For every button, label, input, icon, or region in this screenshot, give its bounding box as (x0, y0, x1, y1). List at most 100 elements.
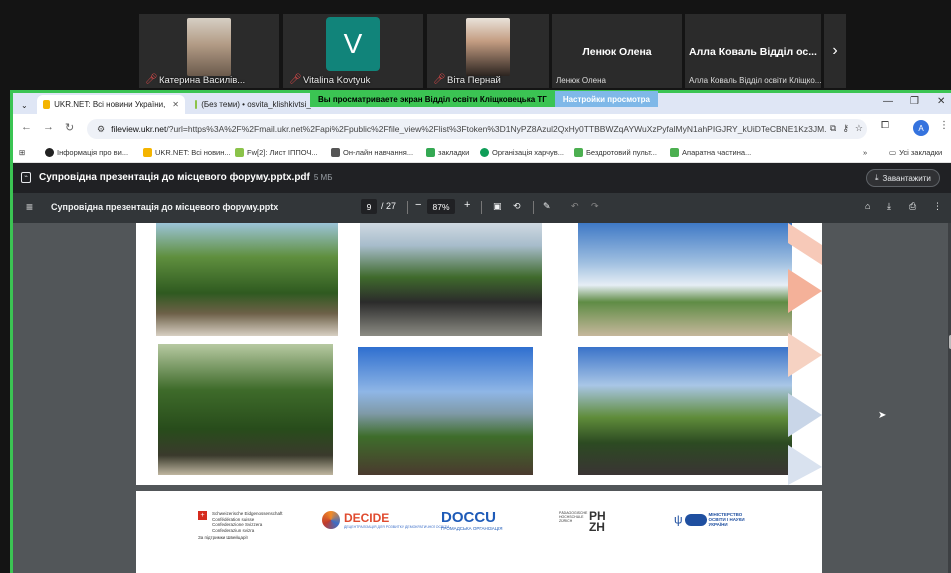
share-banner-text: Вы просматриваете экран Відділ освіти Кл… (318, 94, 547, 104)
participant-name: Ленюк Олена (582, 46, 652, 58)
participant-name: Алла Коваль Відділ ос... (689, 46, 817, 58)
reload-icon[interactable]: ↻ (65, 121, 74, 134)
back-icon[interactable]: ← (21, 121, 32, 133)
group-photo (578, 347, 792, 475)
trident-icon: ψ (674, 512, 683, 527)
bookmark-item[interactable]: Інформація про ви... (45, 148, 128, 157)
download-icon[interactable]: ⤓ (887, 201, 891, 212)
view-settings-button[interactable]: Настройки просмотра (554, 91, 658, 107)
pdf-viewport[interactable]: + Schweizerische Eidgenossenschaft Confé… (13, 223, 951, 573)
pdf-file-size: 5 МБ (313, 173, 333, 182)
rotate-icon[interactable]: ⟲ (513, 201, 521, 212)
restore-icon[interactable]: ❐ (910, 96, 919, 107)
key-icon[interactable]: ⚷ (842, 123, 849, 134)
mon-emblem-icon (684, 513, 707, 526)
translate-icon[interactable]: ⧉ (830, 123, 836, 134)
swiss-logo: + Schweizerische Eidgenossenschaft Confé… (198, 511, 283, 540)
sheet-icon (574, 148, 583, 157)
bookmark-item[interactable]: Он-лайн навчання... (331, 148, 413, 157)
url-host: fileview.ukr.net (111, 124, 167, 134)
extensions-icon[interactable]: ⧠ (881, 120, 889, 131)
participant-label: Алла Коваль Відділ освіти Кліщко... (689, 76, 821, 85)
plus-icon (426, 148, 435, 157)
mic-muted-icon: 🎤︎ (145, 74, 158, 85)
mouse-cursor-icon: ➤ (878, 410, 887, 421)
menu-icon[interactable]: ≡ (26, 200, 33, 214)
participant-label: Ленюк Олена (556, 76, 606, 85)
bookmark-item[interactable]: Організація харчув... (480, 148, 564, 157)
participant-avatar: V (326, 17, 380, 71)
page-number-input[interactable]: 9 (361, 199, 377, 214)
address-bar-row: ← → ↻ ⚙ fileview.ukr.net /?url=https%3A%… (13, 114, 951, 144)
bookmark-item[interactable]: Fw[2]: Лист ІППОЧ... (235, 148, 318, 157)
zoom-in-icon[interactable]: + (464, 199, 470, 211)
mail-icon (235, 148, 244, 157)
download-button[interactable]: ⤓ Завантажити (866, 169, 940, 187)
eye-icon (480, 148, 489, 157)
bookmark-item[interactable]: UKR.NET: Всі новин... (143, 148, 231, 157)
tab-search-button[interactable]: ⌄ (15, 96, 34, 115)
participant-tile[interactable]: Ленюк Олена Ленюк Олена (552, 14, 682, 88)
swiss-flag-icon: + (198, 511, 207, 520)
minimize-icon[interactable]: — (883, 96, 893, 107)
mon-logo: ψ МІНІСТЕРСТВО ОСВІТИ І НАУКИ УКРАЇНИ (674, 512, 745, 527)
pdf-icon: ⌁ (21, 172, 31, 183)
participant-tile[interactable]: 🎤︎ Віта Пернай (427, 14, 549, 88)
shared-screen: ⌄ UKR.NET: Всі новини України, ✕ (Без те… (10, 90, 951, 573)
undo-icon[interactable]: ↶ (571, 201, 579, 212)
pdf-toolbar: ≡ Супровідна презентація до місцевого фо… (13, 193, 951, 223)
tab-ukrnet[interactable]: UKR.NET: Всі новини України, ✕ (37, 95, 185, 114)
share-banner: Вы просматриваете экран Відділ освіти Кл… (310, 91, 658, 107)
bookmarks-bar: ⊞ Інформація про ви... UKR.NET: Всі нови… (13, 144, 951, 163)
participant-video (187, 18, 231, 76)
more-options-icon[interactable]: ⋮ (933, 201, 942, 212)
all-bookmarks[interactable]: ▭ Усі закладки (889, 148, 942, 157)
decide-logo: DECIDE ДЕЦЕНТРАЛІЗАЦІЯ ДЛЯ РОЗВИТКУ ДЕМО… (322, 511, 449, 529)
bookmark-item[interactable]: Апаратна частина... (670, 148, 751, 157)
zoom-out-icon[interactable]: − (415, 199, 421, 211)
field-photo (578, 223, 792, 336)
mic-muted-icon: 🎤︎ (433, 74, 446, 85)
bookmarks-more[interactable]: » (863, 148, 867, 157)
redo-icon[interactable]: ↷ (591, 201, 599, 212)
zoom-level-input[interactable]: 87% (427, 199, 455, 214)
decide-emblem-icon (322, 511, 340, 529)
group-photo (360, 223, 542, 336)
more-menu-icon[interactable]: ⋮ (939, 120, 949, 131)
pdf-file-title: Супровідна презентація до місцевого фору… (39, 172, 333, 183)
page-total: / 27 (381, 201, 397, 211)
participant-video (466, 18, 510, 76)
close-window-icon[interactable]: ✕ (937, 96, 945, 107)
apps-icon[interactable]: ⊞ (19, 148, 25, 157)
site-info-icon[interactable]: ⚙ (97, 124, 105, 135)
pdf-page: + Schweizerische Eidgenossenschaft Confé… (136, 491, 822, 573)
participant-tile[interactable]: V 🎤︎ Vitalina Kovtyuk (283, 14, 423, 88)
folder-icon: ▭ (889, 148, 897, 157)
pdf-page (136, 223, 822, 485)
url-field[interactable]: ⚙ fileview.ukr.net /?url=https%3A%2F%2Fm… (87, 119, 867, 139)
bookmark-item[interactable]: закладки (426, 148, 469, 157)
tab-title: UKR.NET: Всі новини України, (54, 100, 166, 109)
decorative-chevrons (788, 223, 822, 485)
forward-icon[interactable]: → (43, 121, 54, 133)
bookmark-item[interactable]: Бездротовий пульт... (574, 148, 657, 157)
print-icon[interactable]: ⎙ (909, 201, 916, 212)
chevron-right-icon: › (832, 42, 838, 59)
orchard-photo (358, 347, 533, 475)
participant-tile[interactable]: Алла Коваль Відділ ос... Алла Коваль Від… (685, 14, 821, 88)
ukrnet-icon (43, 100, 51, 109)
star-icon[interactable]: ☆ (855, 123, 863, 134)
pdf-file-header: ⌁ Супровідна презентація до місцевого фо… (13, 163, 951, 193)
divider (533, 201, 534, 214)
tab-mail[interactable]: (Без теми) • osvita_klishkivtsi_t (189, 95, 319, 114)
next-participants-button[interactable]: › (824, 14, 846, 88)
profile-avatar[interactable]: A (913, 120, 929, 136)
fit-page-icon[interactable]: ▣ (493, 201, 502, 212)
phzh-logo: PÄDAGOGISCHE HOCHSCHULE ZÜRICH PH ZH (559, 509, 606, 534)
document-icon (331, 148, 340, 157)
close-icon[interactable]: ✕ (172, 100, 179, 109)
annotate-icon[interactable]: ✎ (543, 201, 551, 212)
drive-icon[interactable]: ⌂ (865, 201, 870, 211)
participant-tile[interactable]: 🎤︎ Катерина Василів... (139, 14, 279, 88)
participant-name: Віта Пернай (447, 75, 501, 86)
